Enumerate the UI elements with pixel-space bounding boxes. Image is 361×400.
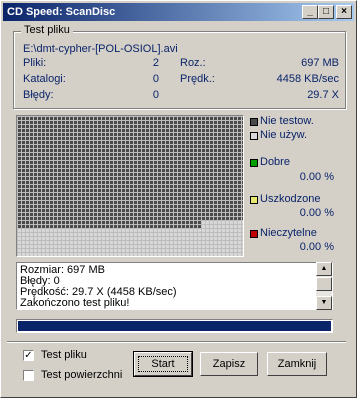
- file-test-checkbox[interactable]: ✓: [23, 350, 34, 361]
- good-percent: 0.00 %: [299, 171, 334, 183]
- surface-test-label[interactable]: Test powierzchni: [41, 369, 122, 381]
- damaged-percent: 0.00 %: [299, 207, 334, 219]
- close-button[interactable]: Zamknij: [267, 352, 327, 376]
- close-icon: ×: [341, 6, 347, 17]
- maximize-button[interactable]: □: [318, 5, 334, 19]
- speed-label: Prędk.:: [180, 73, 215, 85]
- speed-value: 4458 KB/sec: [276, 73, 339, 85]
- scroll-thumb[interactable]: [316, 277, 332, 291]
- untested-swatch: [250, 118, 258, 126]
- damaged-label: Uszkodzone: [260, 193, 321, 205]
- unreadable-label: Nieczytelne: [260, 227, 317, 239]
- files-value: 2: [152, 57, 159, 69]
- untested-label: Nie testow.: [260, 115, 314, 127]
- sector-map-unused-area-bottom: [17, 228, 243, 256]
- minimize-icon: _: [307, 6, 313, 17]
- surface-test-checkbox[interactable]: [23, 370, 34, 381]
- test-file-group-label: Test pliku: [21, 24, 73, 36]
- minimize-button[interactable]: _: [302, 5, 318, 19]
- unused-swatch: [250, 132, 258, 140]
- scroll-up-button[interactable]: ▲: [316, 262, 332, 276]
- size-value: 697 MB: [301, 57, 339, 69]
- title-bar: CD Speed: ScanDisc _ □ ×: [3, 3, 354, 21]
- unused-label: Nie używ.: [260, 129, 308, 141]
- save-button[interactable]: Zapisz: [200, 352, 258, 376]
- file-test-label[interactable]: Test pliku: [41, 349, 87, 361]
- close-window-button[interactable]: ×: [336, 5, 352, 19]
- arrow-down-icon: ▼: [320, 299, 328, 306]
- unreadable-swatch: [250, 230, 258, 238]
- log-scrollbar[interactable]: ▲ ▼: [316, 262, 332, 310]
- scroll-down-button[interactable]: ▼: [316, 296, 332, 310]
- maximize-icon: □: [322, 6, 330, 17]
- unreadable-percent: 0.00 %: [299, 241, 334, 253]
- errors-value: 0: [152, 89, 159, 101]
- checkmark-icon: ✓: [24, 350, 33, 361]
- progress-bar: [16, 319, 333, 333]
- arrow-up-icon: ▲: [320, 265, 328, 272]
- dirs-label: Katalogi:: [23, 73, 66, 85]
- log-line: Zakończono test pliku!: [20, 297, 130, 309]
- scandisc-window: CD Speed: ScanDisc _ □ × Test pliku E:\d…: [0, 0, 357, 398]
- dirs-value: 0: [152, 73, 159, 85]
- errors-label: Błędy:: [23, 89, 54, 101]
- progress-fill: [18, 321, 331, 331]
- damaged-swatch: [250, 196, 258, 204]
- save-button-label: Zapisz: [212, 358, 246, 370]
- sector-map: [16, 115, 244, 257]
- result-log[interactable]: Rozmiar: 697 MB Błędy: 0 Prędkość: 29.7 …: [16, 262, 333, 310]
- file-path: E:\dmt-cypher-[POL-OSIOL].avi: [23, 43, 178, 55]
- window-title: CD Speed: ScanDisc: [7, 6, 116, 18]
- start-button[interactable]: Start: [133, 351, 193, 377]
- good-label: Dobre: [260, 156, 290, 168]
- good-swatch: [250, 159, 258, 167]
- focus-rect: [138, 356, 188, 372]
- bottom-divider: [7, 341, 346, 343]
- close-button-label: Zamknij: [277, 358, 317, 370]
- multiplier-value: 29.7 X: [307, 89, 339, 101]
- files-label: Pliki:: [23, 57, 47, 69]
- size-label: Roz.:: [180, 57, 206, 69]
